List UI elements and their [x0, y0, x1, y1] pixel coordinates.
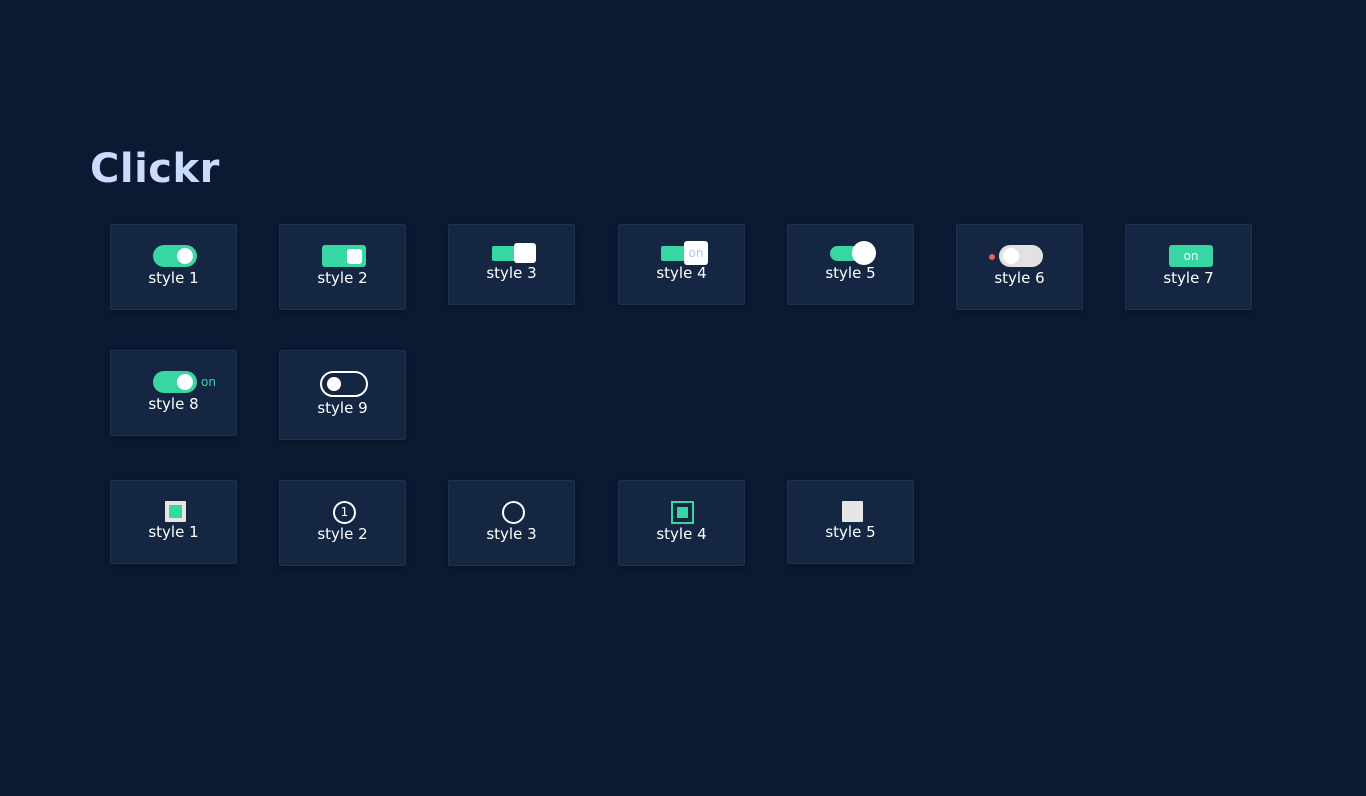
toggle-label: style 7: [1163, 269, 1214, 287]
toggle-card-style-6[interactable]: style 6: [956, 224, 1083, 310]
toggle-knob: [177, 374, 193, 390]
checkbox[interactable]: [165, 501, 186, 522]
toggle-switch[interactable]: [153, 245, 197, 267]
toggle-knob: [514, 243, 536, 263]
toggle-label: style 4: [656, 264, 707, 282]
toggle-label: style 9: [317, 399, 368, 417]
checkbox-card-style-5[interactable]: style 5: [787, 480, 914, 564]
toggle-card-style-9[interactable]: style 9: [279, 350, 406, 440]
toggle-card-style-2[interactable]: style 2: [279, 224, 406, 310]
checkbox-label: style 4: [656, 525, 707, 543]
toggle-card-style-8[interactable]: on style 8: [110, 350, 237, 436]
check-mark: [169, 505, 182, 518]
toggle-knob: [347, 249, 362, 264]
checkbox[interactable]: [671, 501, 694, 524]
toggle-label: style 2: [317, 269, 368, 287]
toggle-knob: [177, 248, 193, 264]
numbered-radio[interactable]: 1: [333, 501, 356, 524]
toggle-switch[interactable]: [999, 245, 1043, 267]
toggle-knob: [1003, 248, 1019, 264]
toggle-label: style 8: [148, 395, 199, 413]
toggle-switch[interactable]: [153, 371, 197, 393]
checkbox-card-style-4[interactable]: style 4: [618, 480, 745, 566]
status-dot: [989, 254, 995, 260]
checkbox-card-style-1[interactable]: style 1: [110, 480, 237, 564]
check-mark: [677, 507, 688, 518]
toggle-switch[interactable]: [322, 245, 366, 267]
toggle-knob: [852, 241, 876, 265]
toggle-card-style-3[interactable]: style 3: [448, 224, 575, 305]
toggle-label: style 6: [994, 269, 1045, 287]
checkbox-card-style-3[interactable]: style 3: [448, 480, 575, 566]
checkbox-label: style 5: [825, 523, 876, 541]
toggle-switch[interactable]: [320, 371, 368, 397]
toggle-label: style 5: [825, 264, 876, 282]
checkbox[interactable]: [842, 501, 863, 522]
toggle-card-style-4[interactable]: on style 4: [618, 224, 745, 305]
toggle-label: style 1: [148, 269, 199, 287]
toggle-knob: on: [684, 241, 708, 265]
radio-button[interactable]: [502, 501, 525, 524]
toggle-label: style 3: [486, 264, 537, 282]
checkbox-label: style 2: [317, 525, 368, 543]
toggle-knob: [327, 377, 341, 391]
toggle-state-text: on: [201, 375, 216, 389]
toggle-button[interactable]: on: [1169, 245, 1213, 267]
checkbox-label: style 3: [486, 525, 537, 543]
app-title: Clickr: [90, 146, 220, 192]
page: Clickr style 1 style 2 style 3 on style …: [0, 0, 1366, 796]
toggle-card-style-5[interactable]: style 5: [787, 224, 914, 305]
checkbox-card-style-2[interactable]: 1 style 2: [279, 480, 406, 566]
checkbox-label: style 1: [148, 523, 199, 541]
toggle-card-style-1[interactable]: style 1: [110, 224, 237, 310]
toggle-card-style-7[interactable]: on style 7: [1125, 224, 1252, 310]
